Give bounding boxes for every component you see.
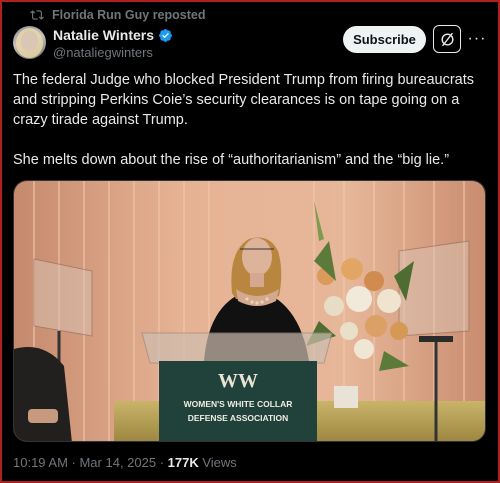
podium-logo: WW xyxy=(218,370,258,392)
repost-label: Florida Run Guy reposted xyxy=(52,8,206,22)
author-name[interactable]: Natalie Winters xyxy=(53,27,154,43)
views-count[interactable]: 177K xyxy=(168,455,199,470)
grok-button[interactable] xyxy=(433,25,461,53)
podium-line-1: WOMEN'S WHITE COLLAR xyxy=(184,399,293,409)
grok-icon xyxy=(440,32,454,46)
post-text: The federal Judge who blocked President … xyxy=(13,70,488,170)
author-name-row[interactable]: Natalie Winters xyxy=(53,27,173,43)
avatar[interactable] xyxy=(13,26,46,59)
post-paragraph-2: She melts down about the rise of “author… xyxy=(13,152,450,168)
repost-icon xyxy=(30,10,44,20)
verified-badge-icon xyxy=(159,28,172,42)
more-button[interactable]: ··· xyxy=(466,28,488,50)
views-label: Views xyxy=(198,455,237,470)
post-paragraph-1: The federal Judge who blocked President … xyxy=(13,72,475,128)
subscribe-button[interactable]: Subscribe xyxy=(343,26,426,53)
video-frame: WW WOMEN'S WHITE COLLAR DEFENSE ASSOCIAT… xyxy=(14,181,485,441)
more-icon: ··· xyxy=(467,30,487,47)
post-timestamp[interactable]: 10:19 AM · Mar 14, 2025 · xyxy=(13,455,168,470)
repost-header[interactable]: Florida Run Guy reposted xyxy=(30,8,206,22)
post-media-video[interactable]: WW WOMEN'S WHITE COLLAR DEFENSE ASSOCIAT… xyxy=(13,180,486,442)
podium-line-2: DEFENSE ASSOCIATION xyxy=(188,413,289,423)
author-handle[interactable]: @nataliegwinters xyxy=(53,45,153,60)
post-meta: 10:19 AM · Mar 14, 2025 · 177K Views xyxy=(13,455,237,470)
